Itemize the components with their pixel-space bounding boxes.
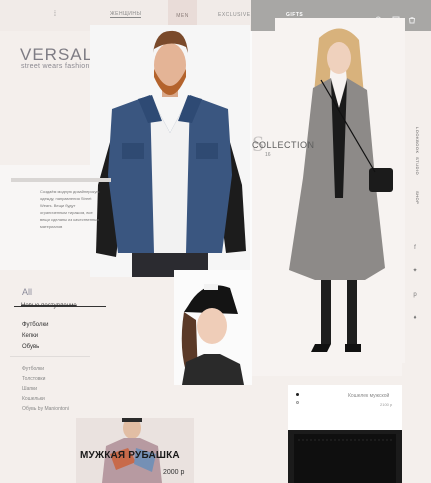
catalog-subcategory[interactable]: Кошельки xyxy=(22,396,45,402)
facebook-icon[interactable]: f xyxy=(411,244,419,252)
accent-bar xyxy=(11,178,111,182)
catalog-new-arrivals[interactable]: Новые поступление xyxy=(21,303,77,309)
wallet-photo xyxy=(288,430,402,483)
catalog-category[interactable]: Обувь xyxy=(22,344,39,350)
hero-man-photo xyxy=(90,25,250,277)
shirt-price: 2000 р xyxy=(163,469,185,476)
menu-dots-icon[interactable]: ⁞ xyxy=(54,11,62,19)
side-nav-studio[interactable]: STUDIO xyxy=(410,157,420,175)
pinterest-icon[interactable]: p xyxy=(411,291,419,299)
catalog-subcategory[interactable]: Футболки xyxy=(22,366,44,372)
shirt-title[interactable]: МУЖКАЯ РУБАШКА xyxy=(80,450,180,461)
brand-description: Создаём модную дизайнерскую одежду, напр… xyxy=(40,189,100,229)
catalog-subcategory[interactable]: Обувь by Maniontoni xyxy=(22,406,69,412)
vk-icon[interactable]: ♦ xyxy=(411,314,419,322)
collection-label[interactable]: COLLECTION xyxy=(252,140,315,150)
cap-model-photo[interactable] xyxy=(174,270,252,385)
catalog-category[interactable]: Кепки xyxy=(22,333,38,339)
wallet-price: 2100 р xyxy=(380,402,393,407)
catalog-divider xyxy=(10,356,90,357)
color-swatch[interactable] xyxy=(296,401,299,404)
side-nav-shop[interactable]: SHOP xyxy=(410,191,420,204)
wallet-title[interactable]: Кошелек мужской xyxy=(348,393,389,399)
cart-icon[interactable] xyxy=(408,11,416,24)
catalog-subcategory[interactable]: Шапки xyxy=(22,386,37,392)
collection-number: 16 xyxy=(265,152,271,158)
catalog-all[interactable]: All xyxy=(22,287,32,297)
catalog-category[interactable]: Футболки xyxy=(22,322,48,328)
tab-men-label: MEN xyxy=(176,13,189,19)
nav-women[interactable]: ЖЕНЩИНЫ xyxy=(110,11,142,18)
twitter-icon[interactable]: ✦ xyxy=(411,267,419,275)
color-swatch[interactable] xyxy=(296,393,299,396)
tab-exclusive[interactable]: EXCLUSIVES xyxy=(218,12,254,18)
side-nav-lookbook[interactable]: LOOKBOOK xyxy=(410,127,420,154)
catalog-subcategory[interactable]: Толстовки xyxy=(22,376,45,382)
hero-woman-photo xyxy=(275,18,405,363)
